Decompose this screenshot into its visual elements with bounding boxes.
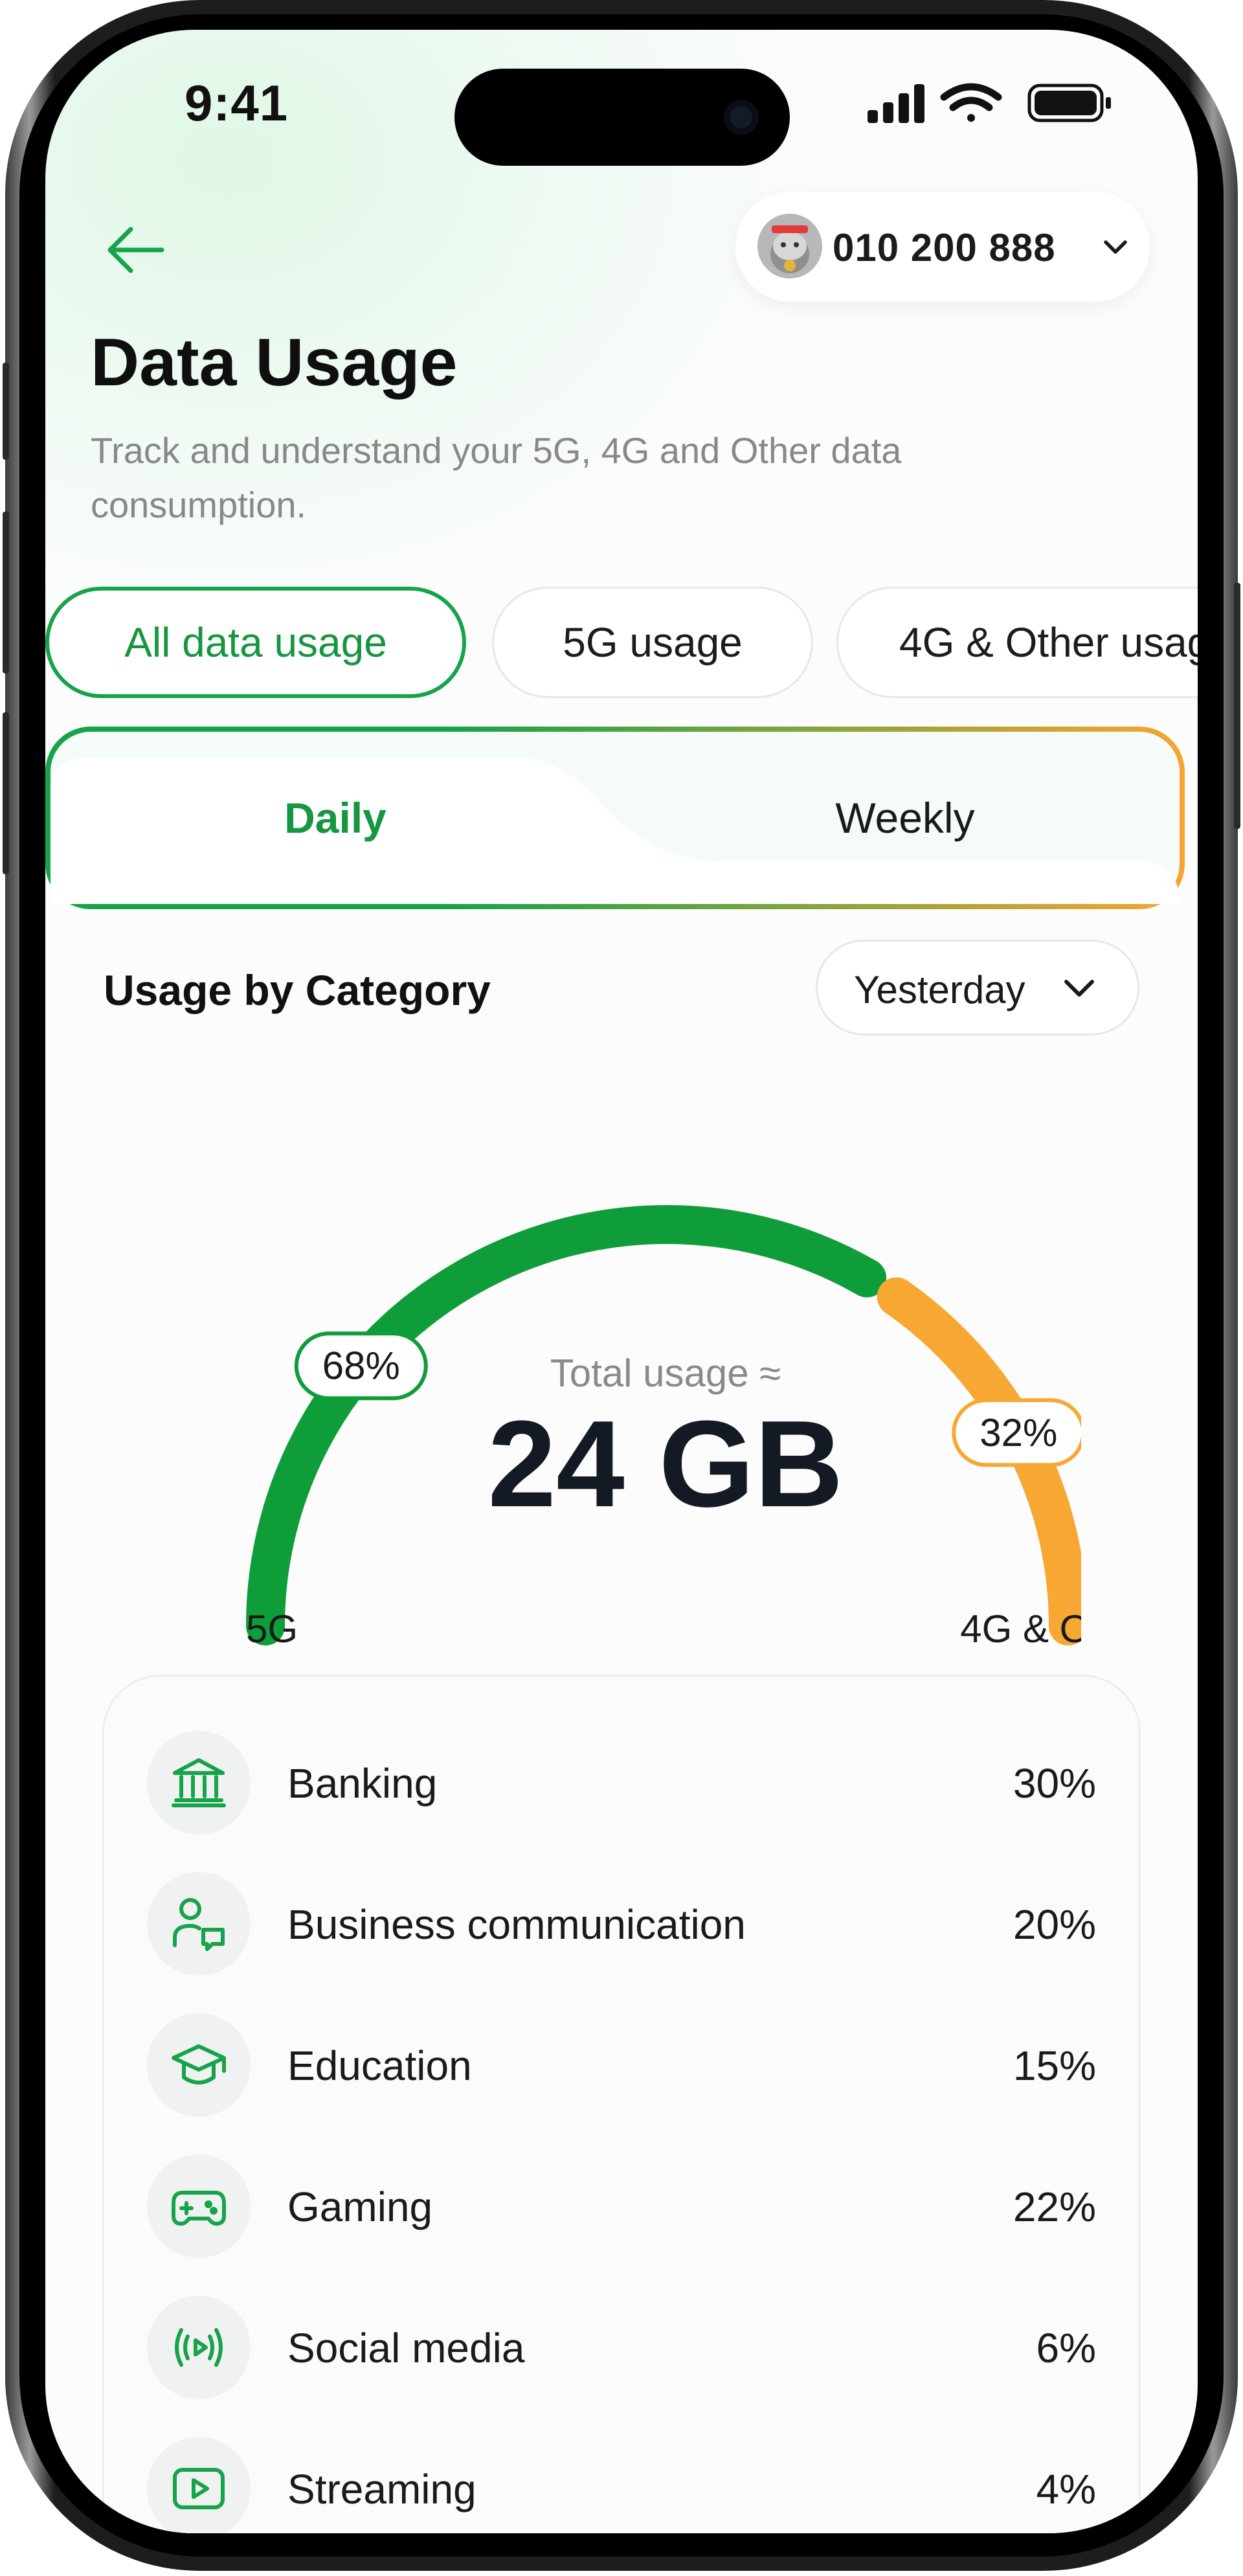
tab-label: 5G usage (563, 619, 743, 666)
bank-icon (172, 1758, 226, 1807)
category-list: Banking 30% Business communication 20% E… (102, 1675, 1141, 2533)
gauge-percent-4g-other: 32% (980, 1411, 1057, 1454)
category-percent: 6% (1036, 2325, 1097, 2371)
gauge-percent-5g: 68% (322, 1344, 400, 1388)
tab-5g-usage[interactable]: 5G usage (492, 587, 813, 698)
tab-label: 4G & Other usage (899, 619, 1198, 666)
chevron-down-icon (1064, 980, 1094, 997)
category-percent: 15% (1013, 2042, 1096, 2089)
volume-up-button (3, 512, 9, 673)
category-percent: 20% (1013, 1901, 1096, 1948)
category-percent: 30% (1013, 1760, 1096, 1807)
camera-icon (724, 100, 759, 135)
usage-gauge: 68% 32% Total usage ≈ 24 GB 5G 4G & Othe… (246, 1204, 1081, 1651)
gauge-label-4g-other: 4G & Other (960, 1607, 1081, 1651)
category-label: Social media (287, 2325, 525, 2371)
status-time: 9:41 (185, 74, 289, 131)
category-label: Banking (287, 1760, 438, 1807)
app-screen: 9:41 010 200 888 Data Usage Track and un… (45, 30, 1198, 2533)
phone-number: 010 200 888 (833, 226, 1056, 269)
category-icon-wrap (147, 2013, 251, 2117)
period-toggle: Daily Weekly (45, 727, 1185, 909)
period-dropdown[interactable]: Yesterday (816, 940, 1139, 1035)
category-label: Streaming (287, 2466, 476, 2513)
category-icon-wrap (147, 2296, 251, 2399)
toggle-weekly[interactable]: Weekly (620, 732, 1190, 904)
gamepad-icon (172, 2191, 226, 2226)
category-icon-wrap (147, 1731, 251, 1835)
phone-number-selector[interactable]: 010 200 888 (735, 192, 1150, 302)
category-icon-wrap (147, 2154, 251, 2258)
tab-label: All data usage (124, 619, 387, 666)
tab-4g-other-usage[interactable]: 4G & Other usage (836, 587, 1198, 698)
list-item[interactable]: Social media 6% (104, 2283, 1139, 2412)
volume-down-button (3, 712, 9, 874)
category-label: Gaming (287, 2184, 433, 2230)
power-button (1234, 583, 1240, 829)
play-icon (173, 2468, 225, 2509)
gauge-badge-4g-other: 32% (952, 1398, 1081, 1467)
list-item[interactable]: Education 15% (104, 2000, 1139, 2130)
page-subtitle: Track and understand your 5G, 4G and Oth… (91, 430, 902, 525)
gauge-badge-5g: 68% (294, 1331, 428, 1401)
category-icon-wrap (147, 2437, 251, 2533)
avatar (757, 214, 822, 278)
list-item[interactable]: Streaming 4% (104, 2424, 1139, 2533)
gauge-total-label: Total usage ≈ (550, 1351, 781, 1395)
category-icon-wrap (147, 1872, 251, 1976)
category-label: Education (287, 2042, 472, 2089)
category-label: Business communication (287, 1901, 746, 1948)
category-percent: 22% (1013, 2184, 1096, 2230)
category-percent: 4% (1036, 2466, 1097, 2513)
graduation-cap-icon (172, 2044, 226, 2085)
period-dropdown-value: Yesterday (854, 968, 1025, 1011)
gauge-label-5g: 5G (246, 1607, 298, 1651)
list-item[interactable]: Gaming 22% (104, 2141, 1139, 2271)
users-chat-icon (173, 1898, 225, 1951)
cellular-signal-icon (868, 84, 924, 123)
battery-icon (1027, 84, 1111, 122)
page-title: Data Usage (91, 325, 458, 400)
wifi-icon (940, 83, 1002, 122)
back-arrow-icon[interactable] (91, 205, 181, 295)
usage-card-title: Usage by Category (104, 966, 491, 1014)
gauge-total-value: 24 GB (487, 1395, 843, 1533)
chevron-down-icon (1104, 240, 1127, 254)
tab-all-data-usage[interactable]: All data usage (45, 587, 466, 698)
broadcast-icon (175, 2328, 223, 2367)
toggle-daily[interactable]: Daily (50, 732, 620, 904)
dynamic-island (454, 69, 790, 166)
status-icons (868, 83, 1111, 123)
side-button (3, 363, 9, 460)
list-item[interactable]: Business communication 20% (104, 1859, 1139, 1989)
list-item[interactable]: Banking 30% (104, 1718, 1139, 1847)
